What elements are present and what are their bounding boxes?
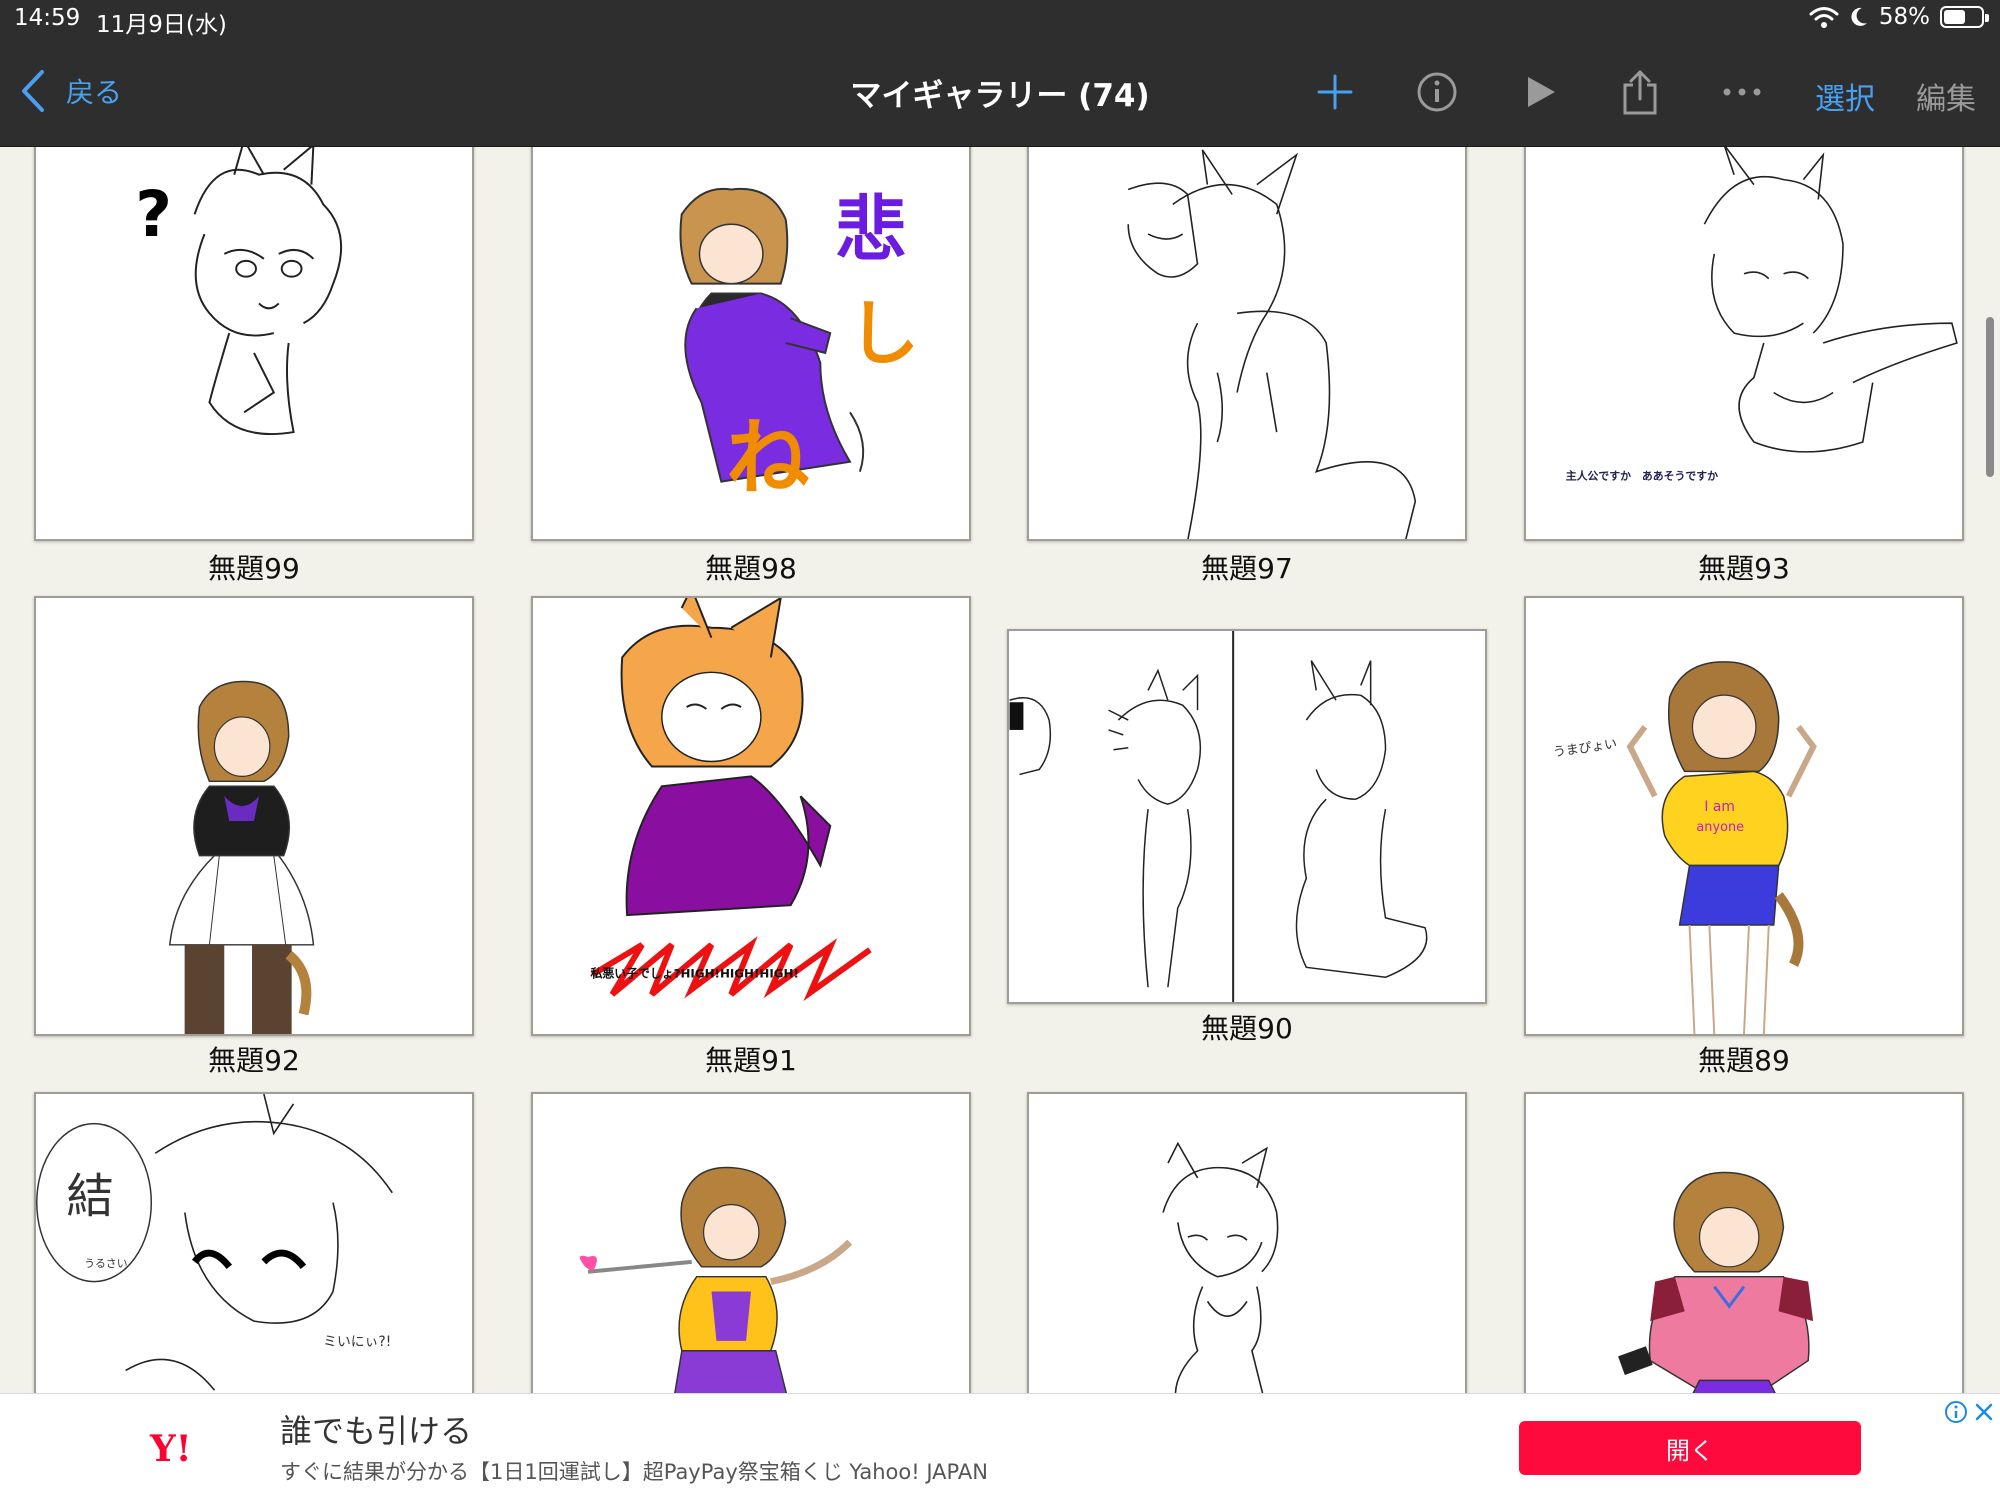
share-icon <box>1623 69 1657 115</box>
ad-banner[interactable]: Y! 誰でも引ける すぐに結果が分かる【1日1回運試し】超PayPay祭宝箱くじ… <box>0 1393 2000 1501</box>
gallery-title: 無題98 <box>705 552 797 585</box>
drawing-text: 結 <box>66 1170 113 1225</box>
plus-icon <box>1317 74 1353 110</box>
gallery-thumbnail[interactable]: I am anyone うまぴょい <box>1524 596 1964 1036</box>
gallery-title: 無題90 <box>1201 1012 1293 1045</box>
scrollbar[interactable] <box>1986 317 1994 477</box>
drawing-color <box>1618 1171 1814 1393</box>
chevron-left-icon <box>22 70 44 112</box>
battery-percent: 58% <box>1878 4 1930 30</box>
status-date: 11月9日(水) <box>96 12 227 38</box>
drawing-text: 主人公ですか ああそうですか <box>1566 469 1718 483</box>
gallery-thumbnail[interactable] <box>1027 1092 1467 1393</box>
drawing-text: ? <box>135 177 172 251</box>
drawing-text: anyone <box>1696 820 1744 835</box>
drawing-sketch <box>1162 1141 1279 1393</box>
gallery-thumbnail[interactable]: 主人公ですか ああそうですか <box>1524 147 1964 541</box>
close-icon[interactable] <box>1972 1400 1996 1424</box>
drawing-color: I am anyone うまぴょい <box>1552 661 1817 1034</box>
drawing-color: 私悪い子でしょ?HIGH!HIGH!HIGH! <box>589 598 872 1002</box>
status-time: 14:59 <box>14 5 81 31</box>
drawing-text: うまぴょい <box>1552 737 1618 761</box>
battery-fill <box>1944 10 1965 24</box>
drawing-sketch: 結 うるさい ミいにぃ?! <box>36 1094 393 1391</box>
page-title: マイギャラリー (74) <box>850 78 1150 114</box>
drawing-text: うるさい <box>84 1257 127 1270</box>
battery-icon <box>1940 6 1989 28</box>
gallery-title: 無題93 <box>1698 552 1790 585</box>
ad-title: 誰でも引ける <box>280 1412 473 1450</box>
gallery-thumbnail[interactable]: 私悪い子でしょ?HIGH!HIGH!HIGH! <box>531 596 971 1036</box>
gallery-title: 無題91 <box>705 1044 797 1077</box>
more-button[interactable] <box>1718 68 1766 116</box>
select-button[interactable]: 選択 <box>1815 74 1875 118</box>
drawing-text: し <box>848 291 919 375</box>
add-button[interactable] <box>1311 68 1359 116</box>
ad-open-button[interactable]: 開く <box>1519 1421 1861 1475</box>
drawing-sketch: ? <box>135 147 343 436</box>
back-button[interactable]: 戻る <box>18 68 122 114</box>
wifi-icon <box>1809 7 1839 28</box>
ad-subtitle: すぐに結果が分かる【1日1回運試し】超PayPay祭宝箱くじ Yahoo! JA… <box>280 1460 988 1484</box>
drawing-text: 私悪い子でしょ?HIGH!HIGH!HIGH! <box>589 967 798 981</box>
gallery-thumbnail[interactable]: 悲 し ね <box>531 147 971 541</box>
drawing-text: ね <box>726 409 809 507</box>
yahoo-logo: Y! <box>150 1428 192 1470</box>
info-icon <box>1417 72 1457 112</box>
gallery-title: 無題89 <box>1698 1044 1790 1077</box>
gallery-thumbnail[interactable] <box>34 596 474 1036</box>
back-label: 戻る <box>66 76 123 109</box>
drawing-comic <box>1009 631 1428 1002</box>
share-button[interactable] <box>1616 68 1664 116</box>
drawing-text: 悲 <box>835 187 906 271</box>
gallery-thumbnail[interactable] <box>1007 629 1487 1004</box>
gallery-title: 無題97 <box>1201 552 1293 585</box>
gallery-title: 無題92 <box>208 1044 300 1077</box>
status-indicators: 58% <box>1809 4 1989 30</box>
gallery-thumbnail[interactable] <box>531 1092 971 1393</box>
drawing-color <box>579 1166 853 1393</box>
gallery-thumbnail[interactable] <box>1524 1092 1964 1393</box>
gallery-thumbnail[interactable]: ? <box>34 147 474 541</box>
gallery-grid: ? 無題99 悲 し ね 無題98 無題97 主人公ですか ああそうですか 無題… <box>0 147 2000 1393</box>
info-icon[interactable] <box>1944 1400 1968 1424</box>
drawing-color: 悲 し ね <box>679 187 919 507</box>
gallery-thumbnail[interactable]: 結 うるさい ミいにぃ?! <box>34 1092 474 1393</box>
play-button[interactable] <box>1516 68 1564 116</box>
status-bar: 14:59 11月9日(水) 58% <box>0 0 2000 38</box>
edit-button[interactable]: 編集 <box>1916 74 1976 118</box>
drawing-color <box>168 680 315 1034</box>
moon-icon <box>1851 7 1867 26</box>
nav-bar: 戻る マイギャラリー (74) 選択 編集 <box>0 38 2000 147</box>
ellipsis-icon <box>1723 88 1761 96</box>
play-icon <box>1528 77 1555 107</box>
drawing-text: ミいにぃ?! <box>323 1334 391 1350</box>
drawing-sketch <box>1127 149 1417 539</box>
info-button[interactable] <box>1413 68 1461 116</box>
gallery-title: 無題99 <box>208 552 300 585</box>
gallery-thumbnail[interactable] <box>1027 147 1467 541</box>
drawing-text: I am <box>1704 799 1735 815</box>
drawing-sketch: 主人公ですか ああそうですか <box>1566 147 1958 483</box>
